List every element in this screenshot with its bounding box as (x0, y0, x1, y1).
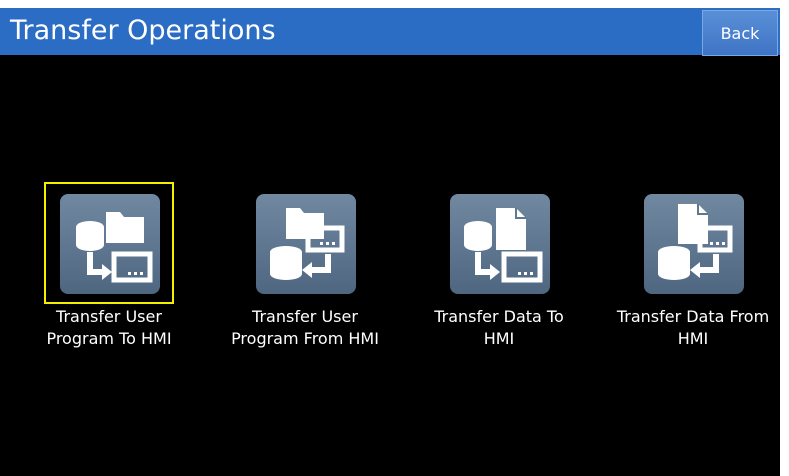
transfer-from-hmi-data-icon (644, 194, 744, 294)
tile-label: Transfer Data From HMI (593, 306, 780, 350)
back-button[interactable]: Back (702, 10, 778, 56)
transfer-to-hmi-program-icon (60, 194, 160, 294)
tile-label-line1: Transfer Data From (616, 307, 770, 326)
tile-label: Transfer Data To HMI (399, 306, 599, 350)
tile-label-line2: HMI (677, 329, 709, 348)
tile-transfer-user-program-from-hmi[interactable]: Transfer User Program From HMI (205, 182, 405, 372)
tile-label-line2: Program From HMI (231, 329, 379, 348)
tile-label-line2: HMI (483, 329, 515, 348)
tile-label-line1: Transfer User (56, 307, 162, 326)
tile-transfer-data-to-hmi[interactable]: Transfer Data To HMI (399, 182, 599, 372)
tile-label-line1: Transfer Data To (434, 307, 564, 326)
page-title: Transfer Operations (10, 15, 276, 46)
tile-label-line1: Transfer User (252, 307, 358, 326)
tile-label-line2: Program To HMI (46, 329, 172, 348)
tile-label: Transfer User Program To HMI (9, 306, 209, 350)
transfer-to-hmi-data-icon (450, 194, 550, 294)
tile-label: Transfer User Program From HMI (205, 306, 405, 350)
transfer-from-hmi-program-icon (256, 194, 356, 294)
hmi-screen: Transfer Operations Back Transfer User P… (0, 8, 780, 476)
tile-transfer-data-from-hmi[interactable]: Transfer Data From HMI (593, 182, 780, 372)
tile-transfer-user-program-to-hmi[interactable]: Transfer User Program To HMI (9, 182, 209, 372)
title-bar: Transfer Operations Back (0, 8, 780, 56)
